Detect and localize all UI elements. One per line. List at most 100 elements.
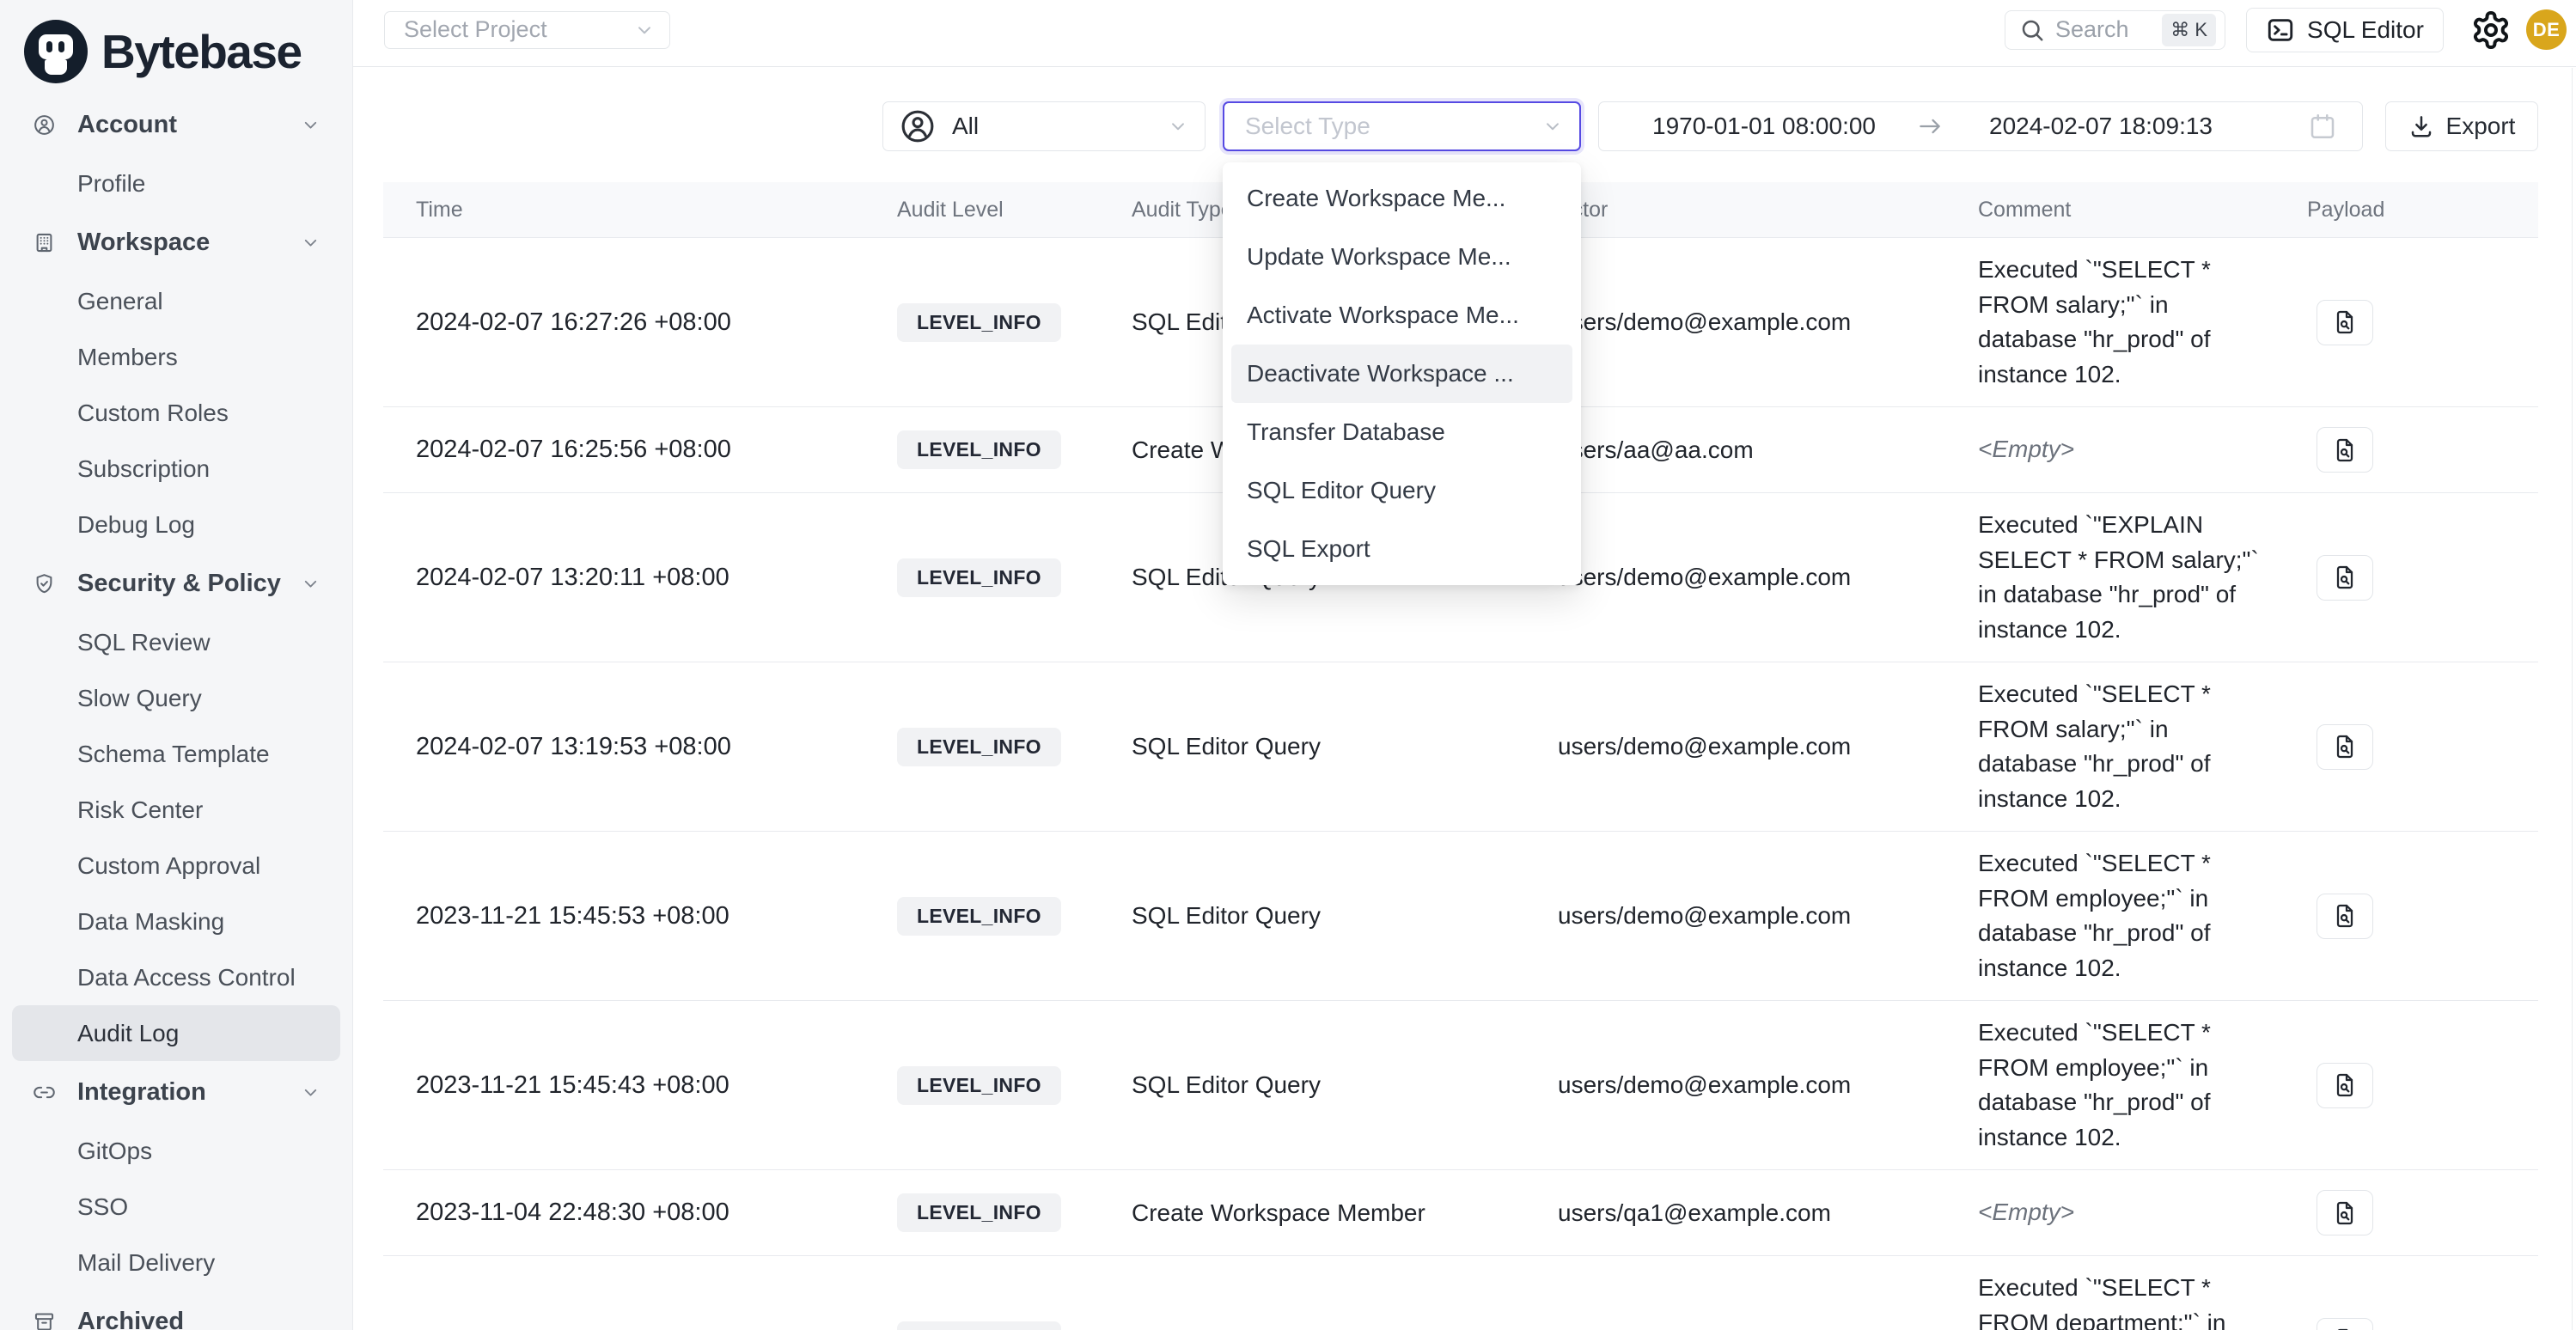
search-icon bbox=[2019, 17, 2045, 43]
user-circle-icon bbox=[899, 107, 937, 145]
level-badge: LEVEL_INFO bbox=[897, 558, 1061, 597]
date-range-end[interactable]: 2024-02-07 18:09:13 bbox=[1989, 113, 2213, 140]
sidebar-item-custom-roles[interactable]: Custom Roles bbox=[12, 385, 340, 441]
cell-comment: Executed `"SELECT * FROM salary;"` in da… bbox=[1978, 662, 2307, 831]
cell-payload bbox=[2307, 555, 2538, 601]
level-badge: LEVEL_INFO bbox=[897, 1321, 1061, 1330]
date-range-start[interactable]: 1970-01-01 08:00:00 bbox=[1652, 113, 1876, 140]
sidebar-group-archived[interactable]: Archived bbox=[0, 1290, 352, 1330]
cell-time: 2023-11-21 15:45:43 +08:00 bbox=[383, 1071, 897, 1100]
sidebar-item-sso[interactable]: SSO bbox=[12, 1179, 340, 1235]
search-input[interactable]: Search ⌘ K bbox=[2005, 10, 2225, 50]
sidebar-item-members[interactable]: Members bbox=[12, 329, 340, 385]
payload-view-button[interactable] bbox=[2317, 1318, 2373, 1330]
user-circle-icon bbox=[33, 113, 56, 137]
sidebar-group-workspace[interactable]: Workspace bbox=[0, 211, 352, 273]
sidebar-group-integration[interactable]: Integration bbox=[0, 1061, 352, 1123]
cell-comment: Executed `"EXPLAIN SELECT * FROM salary;… bbox=[1978, 493, 2307, 662]
payload-view-button[interactable] bbox=[2317, 427, 2373, 473]
sidebar-group-account[interactable]: Account bbox=[0, 94, 352, 156]
cell-comment: Executed `"SELECT * FROM salary;"` in da… bbox=[1978, 238, 2307, 406]
type-filter-select[interactable]: Select Type bbox=[1223, 101, 1581, 151]
sidebar-item-sql-review[interactable]: SQL Review bbox=[12, 614, 340, 670]
type-option-update-workspace-me[interactable]: Update Workspace Me... bbox=[1231, 228, 1572, 286]
cell-comment: <Empty> bbox=[1978, 418, 2307, 482]
sql-editor-label: SQL Editor bbox=[2307, 16, 2424, 44]
chevron-down-icon bbox=[1167, 115, 1189, 137]
sidebar-item-audit-log[interactable]: Audit Log bbox=[12, 1005, 340, 1061]
cell-audit-level: LEVEL_INFO bbox=[897, 897, 1132, 936]
cell-time: 2024-02-07 16:27:26 +08:00 bbox=[383, 308, 897, 337]
avatar[interactable]: DE bbox=[2526, 9, 2567, 50]
cell-audit-level: LEVEL_INFO bbox=[897, 1321, 1132, 1330]
type-option-create-workspace-me[interactable]: Create Workspace Me... bbox=[1231, 169, 1572, 228]
column-header-actor: Actor bbox=[1558, 198, 1978, 223]
sidebar-item-data-masking[interactable]: Data Masking bbox=[12, 894, 340, 949]
date-range-picker[interactable]: 1970-01-01 08:00:00 2024-02-07 18:09:13 bbox=[1598, 101, 2363, 151]
scrollbar-track[interactable] bbox=[2572, 68, 2573, 1330]
chevron-down-icon bbox=[300, 232, 321, 253]
sidebar-item-general[interactable]: General bbox=[12, 273, 340, 329]
cell-actor: users/demo@example.com bbox=[1558, 733, 1978, 760]
chevron-down-icon bbox=[1541, 115, 1564, 137]
sidebar-item-subscription[interactable]: Subscription bbox=[12, 441, 340, 497]
cell-audit-type: SQL Editor Query bbox=[1132, 733, 1558, 760]
sidebar-item-data-access-control[interactable]: Data Access Control bbox=[12, 949, 340, 1005]
settings-gear-icon[interactable] bbox=[2469, 9, 2512, 52]
project-select-placeholder: Select Project bbox=[404, 16, 633, 43]
column-header-payload: Payload bbox=[2307, 198, 2538, 223]
cell-time: 2024-02-07 13:19:53 +08:00 bbox=[383, 733, 897, 761]
export-button[interactable]: Export bbox=[2385, 101, 2538, 151]
cell-time: 2023-11-04 21:26:34 +08:00 bbox=[383, 1327, 897, 1330]
sidebar-item-slow-query[interactable]: Slow Query bbox=[12, 670, 340, 726]
sql-editor-button[interactable]: SQL Editor bbox=[2246, 8, 2444, 52]
sidebar-item-debug-log[interactable]: Debug Log bbox=[12, 497, 340, 552]
payload-view-button[interactable] bbox=[2317, 724, 2373, 770]
sidebar-item-custom-approval[interactable]: Custom Approval bbox=[12, 838, 340, 894]
arrow-right-icon bbox=[1915, 112, 1944, 141]
bytebase-logo[interactable]: Bytebase bbox=[0, 0, 352, 89]
sidebar-item-risk-center[interactable]: Risk Center bbox=[12, 782, 340, 838]
level-badge: LEVEL_INFO bbox=[897, 1066, 1061, 1105]
sidebar-item-gitops[interactable]: GitOps bbox=[12, 1123, 340, 1179]
cell-payload bbox=[2307, 894, 2538, 939]
cell-audit-level: LEVEL_INFO bbox=[897, 430, 1132, 469]
column-header-audit-level: Audit Level bbox=[897, 198, 1132, 223]
sidebar-item-mail-delivery[interactable]: Mail Delivery bbox=[12, 1235, 340, 1290]
sidebar-item-profile[interactable]: Profile bbox=[12, 156, 340, 211]
actor-filter-select[interactable]: All bbox=[882, 101, 1206, 151]
type-option-transfer-database[interactable]: Transfer Database bbox=[1231, 403, 1572, 461]
chevron-down-icon bbox=[300, 1082, 321, 1103]
payload-view-button[interactable] bbox=[2317, 1063, 2373, 1108]
sidebar-group-label: Integration bbox=[77, 1078, 300, 1107]
type-option-activate-workspace-me[interactable]: Activate Workspace Me... bbox=[1231, 286, 1572, 345]
cell-comment: Executed `"SELECT * FROM department;"` i… bbox=[1978, 1256, 2307, 1330]
audit-log-page: Bytebase AccountProfileWorkspaceGeneralM… bbox=[0, 0, 2576, 1330]
type-option-sql-export[interactable]: SQL Export bbox=[1231, 520, 1572, 578]
sidebar-item-label: Custom Approval bbox=[77, 852, 260, 880]
cell-actor: users/qa1@example.com bbox=[1558, 1199, 1978, 1227]
payload-view-button[interactable] bbox=[2317, 1190, 2373, 1235]
sidebar-item-schema-template[interactable]: Schema Template bbox=[12, 726, 340, 782]
cell-payload bbox=[2307, 1318, 2538, 1330]
payload-view-button[interactable] bbox=[2317, 555, 2373, 601]
sidebar-item-label: Data Masking bbox=[77, 908, 224, 936]
cell-time: 2023-11-21 15:45:53 +08:00 bbox=[383, 902, 897, 930]
sidebar-group-label: Security & Policy bbox=[77, 570, 300, 598]
column-header-time: Time bbox=[383, 198, 897, 223]
level-badge: LEVEL_INFO bbox=[897, 1193, 1061, 1232]
cell-actor: users/demo@example.com bbox=[1558, 308, 1978, 336]
type-option-sql-editor-query[interactable]: SQL Editor Query bbox=[1231, 461, 1572, 520]
download-icon bbox=[2408, 113, 2434, 139]
payload-view-button[interactable] bbox=[2317, 894, 2373, 939]
sidebar-group-security-policy[interactable]: Security & Policy bbox=[0, 552, 352, 614]
file-search-icon bbox=[2331, 902, 2359, 930]
terminal-icon bbox=[2266, 15, 2295, 45]
filter-bar: All Select Type 1970-01-01 08:00:00 2024… bbox=[353, 101, 2538, 151]
shield-check-icon bbox=[33, 572, 56, 595]
sidebar-item-label: Audit Log bbox=[77, 1020, 179, 1047]
project-select[interactable]: Select Project bbox=[384, 11, 670, 49]
sidebar-group-label: Archived bbox=[77, 1308, 321, 1330]
payload-view-button[interactable] bbox=[2317, 300, 2373, 345]
type-option-deactivate-workspace[interactable]: Deactivate Workspace ... bbox=[1231, 345, 1572, 403]
